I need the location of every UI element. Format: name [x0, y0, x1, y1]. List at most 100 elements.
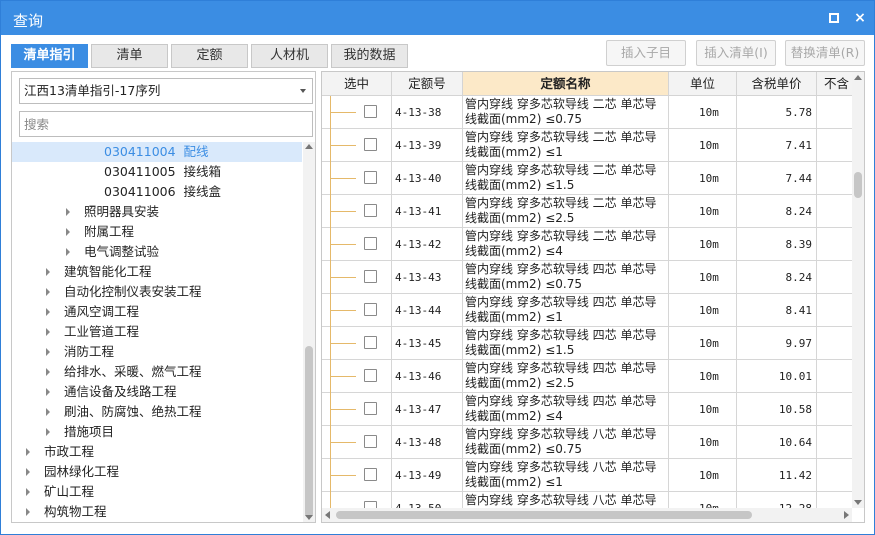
tree-item[interactable]: 030411006 接线盒	[12, 182, 302, 202]
table-row[interactable]: 4-13-40 管内穿线 穿多芯软导线 二芯 单芯导线截面(mm2) ≤1.5 10…	[322, 162, 852, 195]
tab-quota[interactable]: 定额	[171, 44, 248, 68]
tree-item[interactable]: 园林绿化工程	[12, 462, 302, 482]
col-header-select[interactable]: 选中	[322, 72, 392, 96]
row-checkbox[interactable]	[364, 105, 377, 118]
row-checkbox[interactable]	[364, 336, 377, 349]
tree-item[interactable]: 市政工程	[12, 442, 302, 462]
tab-list[interactable]: 清单	[91, 44, 168, 68]
table-row[interactable]: 4-13-45 管内穿线 穿多芯软导线 四芯 单芯导线截面(mm2) ≤1.5 10…	[322, 327, 852, 360]
table-row[interactable]: 4-13-49 管内穿线 穿多芯软导线 八芯 单芯导线截面(mm2) ≤1 10m 1…	[322, 459, 852, 492]
tree-item[interactable]: 给排水、采暖、燃气工程	[12, 362, 302, 382]
close-icon[interactable]: ×	[851, 9, 869, 27]
row-checkbox[interactable]	[364, 501, 377, 508]
chevron-right-icon[interactable]	[46, 388, 50, 396]
tree-item[interactable]: 照明器具安装	[12, 202, 302, 222]
row-checkbox[interactable]	[364, 402, 377, 415]
chevron-right-icon[interactable]	[46, 268, 50, 276]
tree-item[interactable]: 矿山工程	[12, 482, 302, 502]
tree-scrollbar[interactable]	[303, 142, 315, 522]
scroll-up-icon[interactable]	[305, 144, 313, 149]
tree-item[interactable]: 自动化控制仪表安装工程	[12, 282, 302, 302]
tree-item[interactable]: 措施项目	[12, 422, 302, 442]
search-input[interactable]	[19, 111, 313, 137]
tab-labor-material-machine[interactable]: 人材机	[251, 44, 328, 68]
scroll-up-icon[interactable]	[854, 75, 862, 80]
table-row[interactable]: 4-13-50管内穿线 穿多芯软导线 八芯 单芯导10m12.28	[322, 492, 852, 508]
unit-cell: 10m	[669, 129, 737, 162]
tree-scroll-thumb[interactable]	[305, 346, 313, 518]
chevron-right-icon[interactable]	[66, 228, 70, 236]
scroll-right-icon[interactable]	[844, 511, 849, 519]
table-row[interactable]: 4-13-44 管内穿线 穿多芯软导线 四芯 单芯导线截面(mm2) ≤1 10m 8…	[322, 294, 852, 327]
tree-item-label: 电气调整试验	[84, 244, 160, 259]
tree-item[interactable]: 通信设备及线路工程	[12, 382, 302, 402]
tree-item-label: 附属工程	[84, 224, 135, 239]
chevron-right-icon[interactable]	[66, 248, 70, 256]
row-checkbox[interactable]	[364, 468, 377, 481]
chevron-right-icon[interactable]	[46, 368, 50, 376]
table-row[interactable]: 4-13-47 管内穿线 穿多芯软导线 四芯 单芯导线截面(mm2) ≤4 10m 1…	[322, 393, 852, 426]
table-row[interactable]: 4-13-48 管内穿线 穿多芯软导线 八芯 单芯导线截面(mm2) ≤0.75 1…	[322, 426, 852, 459]
chevron-right-icon[interactable]	[46, 308, 50, 316]
chevron-right-icon[interactable]	[26, 448, 30, 456]
chevron-right-icon[interactable]	[26, 508, 30, 516]
scroll-down-icon[interactable]	[305, 515, 313, 520]
col-header-price-incl-tax[interactable]: 含税单价	[737, 72, 817, 96]
chevron-right-icon[interactable]	[46, 348, 50, 356]
quota-code-cell: 4-13-47	[392, 393, 463, 426]
tree-item[interactable]: 030411004 配线	[12, 142, 302, 162]
tree-item[interactable]: 消防工程	[12, 342, 302, 362]
guide-library-select[interactable]: 江西13清单指引-17序列	[19, 78, 313, 104]
tree-item[interactable]: 通风空调工程	[12, 302, 302, 322]
row-checkbox[interactable]	[364, 204, 377, 217]
chevron-right-icon[interactable]	[46, 288, 50, 296]
col-header-quota-code[interactable]: 定额号	[392, 72, 463, 96]
maximize-icon[interactable]	[825, 9, 843, 27]
grid-hscroll-thumb[interactable]	[336, 511, 752, 519]
price-incl-tax-cell: 11.42	[737, 459, 817, 492]
chevron-right-icon[interactable]	[46, 328, 50, 336]
table-row[interactable]: 4-13-39 管内穿线 穿多芯软导线 二芯 单芯导线截面(mm2) ≤1 10m 7…	[322, 129, 852, 162]
chevron-right-icon[interactable]	[26, 468, 30, 476]
table-row[interactable]: 4-13-42 管内穿线 穿多芯软导线 二芯 单芯导线截面(mm2) ≤4 10m 8…	[322, 228, 852, 261]
grid-horizontal-scrollbar[interactable]	[322, 508, 852, 522]
tree-item[interactable]: 电气调整试验	[12, 242, 302, 262]
row-checkbox[interactable]	[364, 237, 377, 250]
chevron-right-icon[interactable]	[26, 488, 30, 496]
table-row[interactable]: 4-13-38 管内穿线 穿多芯软导线 二芯 单芯导线截面(mm2) ≤0.75 1…	[322, 96, 852, 129]
chevron-down-icon	[300, 89, 306, 93]
scroll-down-icon[interactable]	[854, 500, 862, 505]
tree-item[interactable]: 建筑智能化工程	[12, 262, 302, 282]
row-checkbox[interactable]	[364, 303, 377, 316]
row-checkbox[interactable]	[364, 435, 377, 448]
chevron-right-icon[interactable]	[46, 408, 50, 416]
col-header-price-excl-tax[interactable]: 不含	[817, 72, 852, 96]
grid-vscroll-thumb[interactable]	[854, 172, 862, 198]
row-checkbox[interactable]	[364, 138, 377, 151]
tab-my-data[interactable]: 我的数据	[331, 44, 408, 68]
title-bar[interactable]: 查询 ×	[1, 1, 874, 35]
col-header-unit[interactable]: 单位	[669, 72, 737, 96]
scroll-left-icon[interactable]	[325, 511, 330, 519]
tree-item[interactable]: 构筑物工程	[12, 502, 302, 522]
table-row[interactable]: 4-13-46 管内穿线 穿多芯软导线 四芯 单芯导线截面(mm2) ≤2.5 10…	[322, 360, 852, 393]
tree-item[interactable]: 030411005 接线箱	[12, 162, 302, 182]
grid-vertical-scrollbar[interactable]	[852, 72, 864, 508]
chevron-right-icon[interactable]	[66, 208, 70, 216]
price-incl-tax-cell: 7.41	[737, 129, 817, 162]
row-checkbox[interactable]	[364, 369, 377, 382]
tree-item[interactable]: 刷油、防腐蚀、绝热工程	[12, 402, 302, 422]
table-row[interactable]: 4-13-41 管内穿线 穿多芯软导线 二芯 单芯导线截面(mm2) ≤2.5 10…	[322, 195, 852, 228]
chevron-right-icon[interactable]	[46, 428, 50, 436]
insert-list-button[interactable]: 插入清单(I)	[696, 40, 776, 66]
tree-item[interactable]: 附属工程	[12, 222, 302, 242]
table-row[interactable]: 4-13-43 管内穿线 穿多芯软导线 四芯 单芯导线截面(mm2) ≤0.75 1…	[322, 261, 852, 294]
tab-list-guide[interactable]: 清单指引	[11, 44, 88, 68]
row-checkbox[interactable]	[364, 171, 377, 184]
insert-child-button[interactable]: 插入子目	[606, 40, 686, 66]
row-checkbox[interactable]	[364, 270, 377, 283]
tree-item[interactable]: 工业管道工程	[12, 322, 302, 342]
col-header-quota-name[interactable]: 定额名称	[463, 72, 669, 96]
replace-list-button[interactable]: 替换清单(R)	[785, 40, 865, 66]
quota-code-cell: 4-13-49	[392, 459, 463, 492]
